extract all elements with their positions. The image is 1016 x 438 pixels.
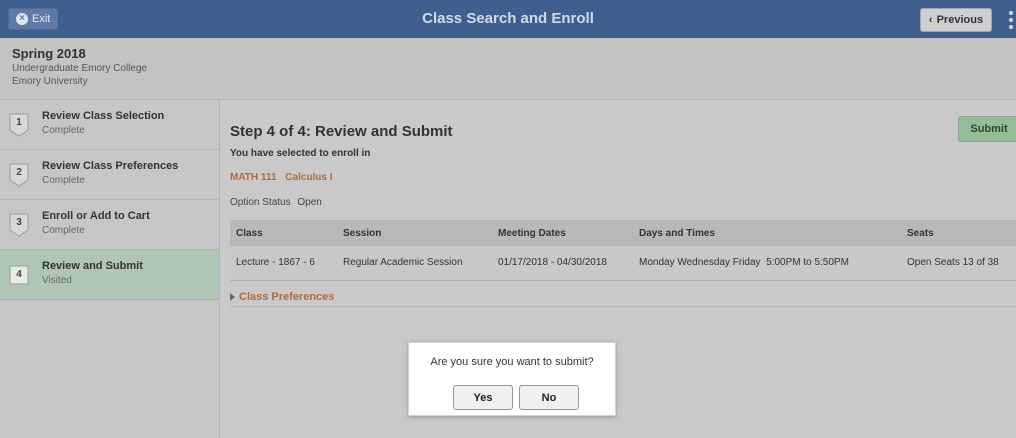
step-review-class-selection[interactable]: 1 Review Class Selection Complete (0, 100, 219, 150)
cell-seats: Open Seats 13 of 38 (901, 246, 1016, 281)
step-heading: Step 4 of 4: Review and Submit (230, 123, 453, 140)
header-class: Class (230, 220, 337, 246)
step-badge: 2 (9, 163, 29, 187)
step-label: Review Class Preferences (42, 160, 179, 172)
step-status: Complete (42, 125, 85, 136)
header-days-and-times: Days and Times (633, 220, 901, 246)
dialog-message: Are you sure you want to submit? (430, 356, 594, 368)
course-title: MATH 111 Calculus I (230, 172, 333, 183)
step-review-class-preferences[interactable]: 2 Review Class Preferences Complete (0, 150, 219, 200)
header-seats: Seats (901, 220, 1016, 246)
header-meeting-dates: Meeting Dates (492, 220, 633, 246)
cell-class: Lecture - 1867 - 6 (230, 246, 337, 281)
chevron-left-icon: ‹ (928, 14, 933, 26)
cell-days-and-times: Monday Wednesday Friday 5:00PM to 5:50PM (633, 246, 901, 281)
step-status: Complete (42, 175, 85, 186)
step-label: Review and Submit (42, 260, 143, 272)
table-header-row: Class Session Meeting Dates Days and Tim… (230, 220, 1016, 246)
term-info: Spring 2018 Undergraduate Emory College … (0, 38, 1016, 100)
main-content: Step 4 of 4: Review and Submit Submit Yo… (221, 100, 1016, 438)
class-table: Class Session Meeting Dates Days and Tim… (230, 220, 1016, 281)
step-label: Enroll or Add to Cart (42, 210, 150, 222)
option-status-value: Open (297, 197, 322, 208)
option-status-label: Option Status (230, 197, 291, 208)
step-status: Visited (42, 275, 72, 286)
previous-button[interactable]: ‹ Previous (920, 8, 992, 32)
step-badge: 1 (9, 113, 29, 137)
step-enroll-or-add-to-cart[interactable]: 3 Enroll or Add to Cart Complete (0, 200, 219, 250)
divider (230, 306, 1016, 307)
header-session: Session (337, 220, 492, 246)
steps-sidebar: 1 Review Class Selection Complete 2 Revi… (0, 100, 220, 438)
step-badge: 4 (9, 263, 29, 287)
top-bar: × Exit Class Search and Enroll ‹ Previou… (0, 0, 1016, 38)
term-career: Undergraduate Emory College (12, 63, 148, 74)
caret-right-icon (230, 293, 235, 301)
cell-meeting-dates: 01/17/2018 - 04/30/2018 (492, 246, 633, 281)
yes-button[interactable]: Yes (453, 385, 513, 410)
page-title: Class Search and Enroll (422, 10, 594, 27)
term-institution: Emory University (12, 76, 88, 87)
class-preferences-toggle[interactable]: Class Preferences (230, 291, 334, 303)
cell-session: Regular Academic Session (337, 246, 492, 281)
step-review-and-submit[interactable]: 4 Review and Submit Visited (0, 250, 219, 300)
table-row: Lecture - 1867 - 6 Regular Academic Sess… (230, 246, 1016, 281)
step-badge: 3 (9, 213, 29, 237)
class-preferences-label: Class Preferences (239, 291, 335, 303)
course-code: MATH 111 (230, 172, 277, 183)
course-name: Calculus I (285, 172, 333, 183)
enroll-text: You have selected to enroll in (230, 148, 371, 159)
previous-label: Previous (936, 14, 984, 26)
confirm-submit-dialog: Are you sure you want to submit? Yes No (408, 342, 616, 416)
step-status: Complete (42, 225, 85, 236)
term-title: Spring 2018 (12, 46, 86, 61)
submit-button[interactable]: Submit (958, 116, 1016, 142)
more-menu-icon[interactable] (1006, 9, 1016, 31)
no-button[interactable]: No (519, 385, 579, 410)
option-status: Option Status Open (230, 197, 322, 208)
step-label: Review Class Selection (42, 110, 165, 122)
